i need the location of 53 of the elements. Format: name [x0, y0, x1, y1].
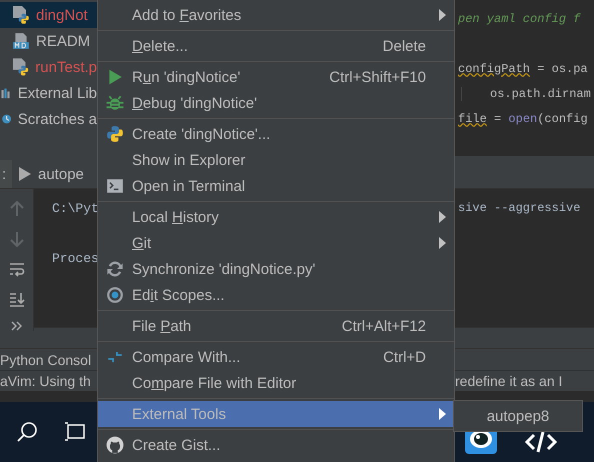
menu-item[interactable]: Synchronize 'dingNotice.py' — [98, 256, 454, 282]
menu-item[interactable]: Show in Explorer — [98, 147, 454, 173]
tree-item: READM — [36, 32, 90, 50]
status-message: redefine it as an I — [455, 372, 564, 391]
tree-item: dingNot — [36, 6, 88, 24]
menu-item[interactable]: Create 'dingNotice'... — [98, 121, 454, 147]
console-text: sive --aggressive — [458, 201, 580, 215]
menu-item[interactable]: Run 'dingNotice' Ctrl+Shift+F10 — [98, 64, 454, 90]
more-icon[interactable] — [10, 321, 22, 331]
tree-row[interactable]: Scratches a — [0, 106, 97, 132]
scroll-to-end-icon[interactable] — [8, 291, 24, 307]
bug-icon — [106, 94, 124, 112]
sync-icon — [106, 260, 124, 278]
tree-item: External Lib — [18, 84, 97, 102]
console-text: Proces — [52, 251, 99, 266]
target-icon — [106, 286, 124, 304]
menu-item[interactable]: Create Gist... — [98, 432, 454, 458]
tree-row[interactable]: READM — [0, 28, 97, 54]
menu-item[interactable]: Compare With... Ctrl+D — [98, 344, 454, 370]
run-icon — [18, 166, 32, 182]
python-file-icon — [12, 57, 30, 77]
menu-item[interactable]: Git — [98, 230, 454, 256]
tab-label[interactable]: : — [0, 160, 12, 188]
task-view-icon[interactable] — [64, 421, 86, 443]
code-line: file = open(config — [458, 112, 588, 126]
terminal-icon — [106, 177, 124, 195]
menu-item[interactable]: Local History — [98, 204, 454, 230]
soft-wrap-icon[interactable] — [8, 261, 24, 277]
code-line: configPath = os.pa — [458, 62, 588, 76]
tree-row[interactable]: External Lib — [0, 80, 97, 106]
search-icon[interactable] — [16, 421, 38, 443]
github-icon — [106, 436, 124, 454]
code-app-icon[interactable] — [525, 430, 557, 454]
menu-item[interactable]: File Path Ctrl+Alt+F12 — [98, 313, 454, 339]
code-comment: pen yaml config f — [458, 12, 580, 26]
python-file-icon — [12, 5, 30, 25]
tree-item: Scratches a — [18, 110, 97, 128]
menu-item[interactable]: autopep8 — [486, 408, 550, 424]
python-console-tab[interactable]: Python Consol — [0, 352, 92, 368]
run-tab[interactable]: autope — [38, 166, 84, 182]
markdown-file-icon — [12, 32, 30, 50]
python-icon — [106, 125, 124, 143]
console-text: C:\Pyt — [52, 201, 99, 216]
menu-item[interactable]: Delete... Delete — [98, 33, 454, 59]
menu-item[interactable]: Edit Scopes... — [98, 282, 454, 308]
tree-item: runTest.p — [35, 58, 97, 76]
menu-item[interactable]: Open in Terminal — [98, 173, 454, 199]
menu-item[interactable]: Add to Favorites — [98, 2, 454, 28]
menu-item[interactable]: Compare File with Editor — [98, 370, 454, 396]
tree-row[interactable]: dingNot — [0, 2, 97, 28]
status-message: aVim: Using th — [0, 372, 92, 391]
menu-item[interactable]: Debug 'dingNotice' — [98, 90, 454, 116]
code-line: os.path.dirnam — [461, 86, 591, 100]
